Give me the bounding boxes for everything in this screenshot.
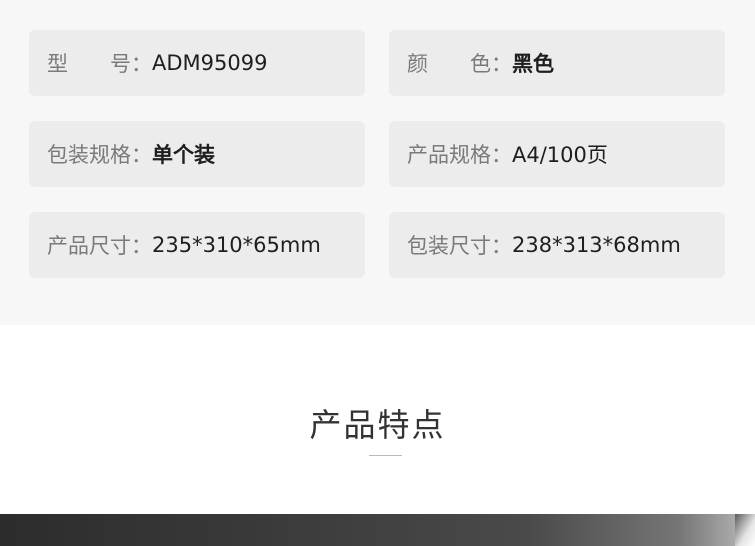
- spec-label: 产品尺寸：: [47, 234, 152, 258]
- spec-label: 产品规格：: [407, 143, 512, 167]
- spec-label: 颜 色：: [407, 52, 512, 76]
- spec-color: 颜 色： 黑色: [389, 30, 725, 96]
- spec-value: A4/100页: [512, 143, 608, 167]
- spec-package-size: 包装尺寸： 238*313*68mm: [389, 212, 725, 278]
- spec-label: 包装规格：: [47, 143, 152, 167]
- spec-label: 型 号：: [47, 52, 152, 76]
- spec-value: ADM95099: [152, 51, 268, 75]
- spec-packaging: 包装规格： 单个装: [29, 121, 365, 187]
- photo-highlight: [735, 514, 755, 546]
- product-photo: [0, 514, 755, 546]
- spec-product-spec: 产品规格： A4/100页: [389, 121, 725, 187]
- spec-value: 238*313*68mm: [512, 233, 681, 257]
- spec-value: 黑色: [512, 52, 554, 76]
- spec-model: 型 号： ADM95099: [29, 30, 365, 96]
- title-divider: [369, 455, 402, 456]
- spec-product-size: 产品尺寸： 235*310*65mm: [29, 212, 365, 278]
- spec-label: 包装尺寸：: [407, 234, 512, 258]
- spec-value: 单个装: [152, 143, 215, 167]
- spec-panel: 型 号： ADM95099 颜 色： 黑色 包装规格： 单个装 产品规格： A4…: [0, 0, 755, 325]
- section-title: 产品特点: [309, 406, 446, 444]
- spec-value: 235*310*65mm: [152, 233, 321, 257]
